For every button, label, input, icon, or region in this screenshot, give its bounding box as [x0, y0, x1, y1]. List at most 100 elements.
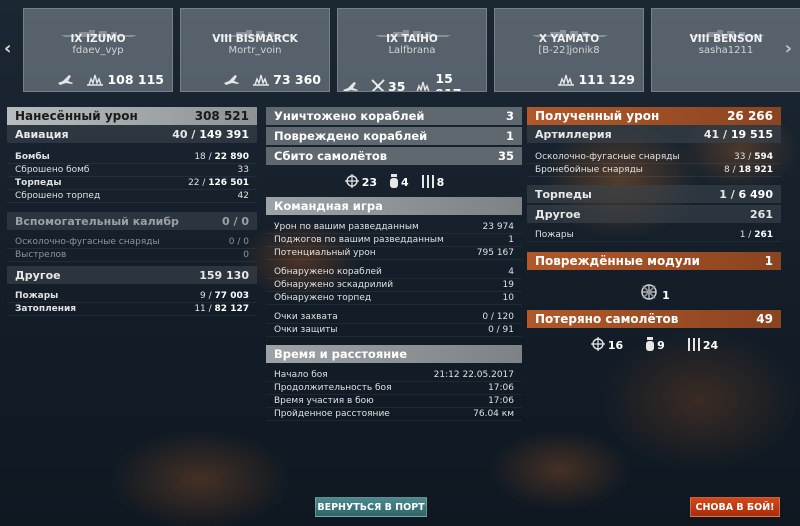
plane-icon [223, 72, 241, 86]
planes-shot-down: Сбито самолётов 35 [266, 147, 522, 165]
return-to-port-button[interactable]: ВЕРНУТЬСЯ В ПОРТ [315, 497, 427, 517]
planes-shot-by-type: 23 4 8 [266, 173, 522, 189]
stat-row: Затопления 11 / 82 127 [7, 303, 257, 316]
artillery-header: Артиллерия 41 / 19 515 [527, 125, 781, 143]
battle-again-button[interactable]: СНОВА В БОЙ! [690, 497, 780, 517]
stat-value: 22 890 [214, 152, 249, 162]
stat-label: Потенциальный урон [274, 248, 376, 258]
stat-value: 10 [502, 293, 514, 303]
plane-icon [342, 79, 360, 91]
stat-label: Время участия в бою [274, 396, 374, 406]
stat-row: Торпеды 22 / 126 501 [7, 177, 257, 190]
planes-lost-by-type: 16 9 24 [527, 336, 781, 352]
stat-count: 33 [733, 152, 746, 162]
stat-row: Очки захвата 0 / 120 [266, 311, 522, 324]
stat-value: 21:12 22.05.2017 [433, 370, 514, 380]
stat-label: Очки защиты [274, 325, 338, 335]
stat-label: Бомбы [15, 152, 50, 162]
aviation-header: Авиация 40 / 149 391 [7, 125, 257, 143]
damage-icon [251, 71, 271, 87]
ship-card[interactable]: X YAMATO [B-22]jonik8 111 129 [494, 8, 644, 92]
stat-value: 594 [754, 152, 773, 162]
damage-dealt-header: Нанесённый урон 308 521 [7, 107, 257, 125]
stat-value: 0 / 120 [482, 312, 514, 322]
icon-count: 24 [702, 339, 719, 352]
stat-row: Очки защиты 0 / 91 [266, 324, 522, 337]
stat-label: Торпеды [15, 178, 62, 188]
stat-label: Выстрелов [15, 250, 67, 260]
stat-value: 82 127 [214, 304, 249, 314]
ship-card[interactable]: VIII BENSON sasha1211 [651, 8, 800, 92]
stat-row: Сброшено торпед 42 [7, 190, 257, 203]
crosshair-icon [344, 173, 360, 189]
stat-label: Начало боя [274, 370, 328, 380]
stat-row: Выстрелов 0 [7, 249, 257, 262]
ship-stat-value: 73 360 [273, 71, 321, 87]
stat-count: 18 [194, 152, 206, 162]
stat-count: 0 / 0 [228, 237, 249, 247]
middle-panel: Уничтожено кораблей 3 Повреждено кораблей… [266, 107, 522, 421]
stat-count: 42 [237, 191, 249, 201]
icon-count: 8 [436, 176, 445, 189]
ship-tier-name: IX IZUMO [70, 33, 126, 45]
damage-icon [413, 78, 433, 91]
bomb-icon [389, 173, 399, 189]
stat-label: Пожары [535, 230, 574, 240]
ship-card[interactable]: VIII BISMARCK Mortr_voin 73 360 [180, 8, 330, 92]
stat-label: Сброшено торпед [15, 191, 101, 201]
stat-label: Осколочно-фугасные снаряды [15, 237, 160, 247]
steering-icon [641, 284, 657, 300]
ship-tier-name: IX TAIHO [386, 33, 438, 45]
damage-icon [85, 71, 105, 87]
icon-count: 9 [657, 339, 665, 352]
stat-row: Бомбы 18 / 22 890 [7, 151, 257, 164]
stat-value: 261 [754, 230, 773, 240]
damage-dealt-panel: Нанесённый урон 308 521 Авиация 40 / 149 3… [7, 107, 257, 316]
stat-row: Осколочно-фугасные снаряды 33 / 594 [527, 151, 781, 164]
stat-row: Урон по вашим разведданным 23 974 [266, 221, 522, 234]
bomb-icon [645, 336, 655, 352]
player-name: [B-22]jonik8 [538, 45, 600, 56]
plane-icon [57, 72, 75, 86]
secondary-battery-header: Вспомогательный калибр 0 / 0 [7, 212, 257, 230]
damaged-modules-header: Повреждённые модули 1 [527, 252, 781, 270]
icon-count: 16 [607, 339, 624, 352]
stat-value: 77 003 [214, 291, 249, 301]
damage-received-panel: Полученный урон 26 266 Артиллерия 41 / 19 … [527, 107, 781, 352]
kills-icon [370, 78, 386, 91]
ship-stat-value: 111 129 [578, 71, 635, 87]
player-name: sasha1211 [698, 45, 754, 56]
stat-value: 19 [502, 280, 514, 290]
ships-damaged: Повреждено кораблей 1 [266, 127, 522, 145]
stat-value: 0 / 91 [488, 325, 514, 335]
ship-card[interactable]: IX TAIHOLalfbrana 35 15 917 [337, 8, 487, 92]
time-distance-header: Время и расстояние [266, 345, 522, 363]
stat-count: 33 [237, 165, 249, 175]
player-name: fdaev_vyp [72, 45, 124, 56]
ship-tier-name: VIII BISMARCK [212, 33, 298, 45]
ship-card[interactable]: IX IZUMO fdaev_vyp 108 115 [23, 8, 173, 92]
stat-value: 126 501 [208, 178, 249, 188]
stat-label: Обнаружено эскадрилий [274, 280, 394, 290]
other-header: Другое 159 130 [7, 266, 257, 284]
stat-row: Сброшено бомб 33 [7, 164, 257, 177]
stat-row: Время участия в бою 17:06 [266, 395, 522, 408]
stat-row: Бронебойные снаряды 8 / 18 921 [527, 164, 781, 177]
stat-value: 23 974 [482, 222, 515, 232]
other-received-header: Другое 261 [527, 205, 781, 223]
stat-label: Затопления [15, 304, 77, 314]
prev-arrow[interactable]: ‹ [4, 38, 11, 59]
ship-stat-value: 35 [388, 78, 406, 92]
stat-label: Продолжительность боя [274, 383, 392, 393]
stat-label: Обнаружено кораблей [274, 267, 382, 277]
stat-row: Поджогов по вашим разведданным 1 [266, 234, 522, 247]
player-name: Lalfbrana [388, 45, 436, 56]
stat-value: 795 167 [476, 248, 514, 258]
player-name: Mortr_voin [228, 45, 282, 56]
icon-count: 23 [361, 176, 377, 189]
stat-value: 17:06 [488, 383, 514, 393]
team-play-header: Командная игра [266, 197, 522, 215]
stat-label: Очки захвата [274, 312, 338, 322]
stat-label: Пройденное расстояние [274, 409, 390, 419]
stat-label: Сброшено бомб [15, 165, 90, 175]
